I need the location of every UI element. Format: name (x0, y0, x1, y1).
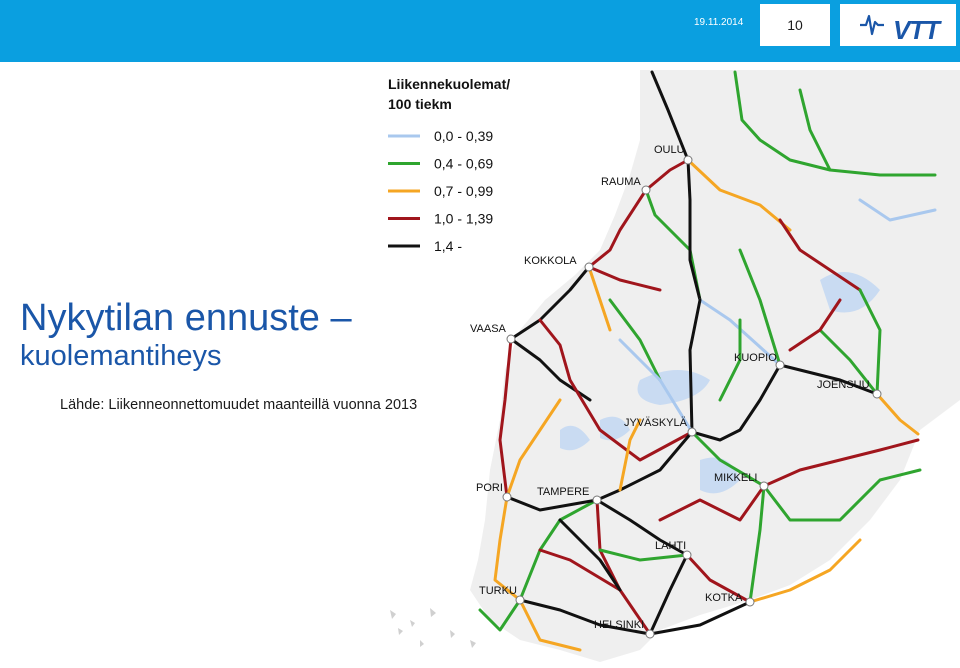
city-marker-kuopio (775, 360, 785, 370)
city-label-joensuu: JOENSUU (817, 379, 870, 391)
archipelago (390, 608, 476, 648)
city-marker-tampere (592, 495, 602, 505)
city-marker-pori (502, 492, 512, 502)
city-label-turku: TURKU (479, 585, 517, 597)
legend-title-line2: 100 tiekm (388, 96, 452, 112)
city-marker-helsinki (645, 629, 655, 639)
city-label-vaasa: VAASA (470, 323, 507, 335)
city-marker-vaasa (506, 334, 516, 344)
city-marker-mikkeli (759, 481, 769, 491)
legend-title-line1: Liikennekuolemat/ (388, 76, 510, 92)
slide-title: Nykytilan ennuste – (20, 297, 352, 339)
city-label-kotka: KOTKA (705, 592, 743, 604)
legend-label: 0,4 - 0,69 (434, 156, 493, 172)
legend-label: 0,0 - 0,39 (434, 128, 493, 144)
city-label-pori: PORI (476, 482, 503, 494)
slide-subtitle: kuolemantiheys (20, 340, 222, 372)
finland-land (470, 70, 960, 662)
city-marker-rauma (641, 185, 651, 195)
legend-label: 1,4 - (434, 238, 462, 254)
city-marker-joensuu (872, 389, 882, 399)
city-marker-jyvaskyla (687, 427, 697, 437)
city-label-jyvaskyla: JYVÄSKYLÄ (624, 417, 688, 429)
map-legend: Liikennekuolemat/ 100 tiekm 0,0 - 0,39 0,… (388, 76, 510, 254)
city-label-oulu: OULU (654, 144, 685, 156)
legend-label: 1,0 - 1,39 (434, 211, 493, 227)
legend-label: 0,7 - 0,99 (434, 183, 493, 199)
city-label-tampere: TAMPERE (537, 486, 589, 498)
city-label-mikkeli: MIKKELI (714, 472, 757, 484)
city-label-rauma: RAUMA (601, 176, 641, 188)
city-marker-oulu (683, 155, 693, 165)
city-marker-lahti (682, 550, 692, 560)
city-marker-kokkola (584, 262, 594, 272)
city-label-lahti: LAHTI (655, 540, 686, 552)
source-note: Lähde: Liikenneonnettomuudet maanteillä … (60, 397, 418, 413)
city-label-kokkola: KOKKOLA (524, 255, 577, 267)
city-label-kuopio: KUOPIO (734, 352, 777, 364)
city-label-helsinki: HELSINKI (594, 619, 644, 631)
city-marker-turku (515, 595, 525, 605)
city-marker-kotka (745, 597, 755, 607)
